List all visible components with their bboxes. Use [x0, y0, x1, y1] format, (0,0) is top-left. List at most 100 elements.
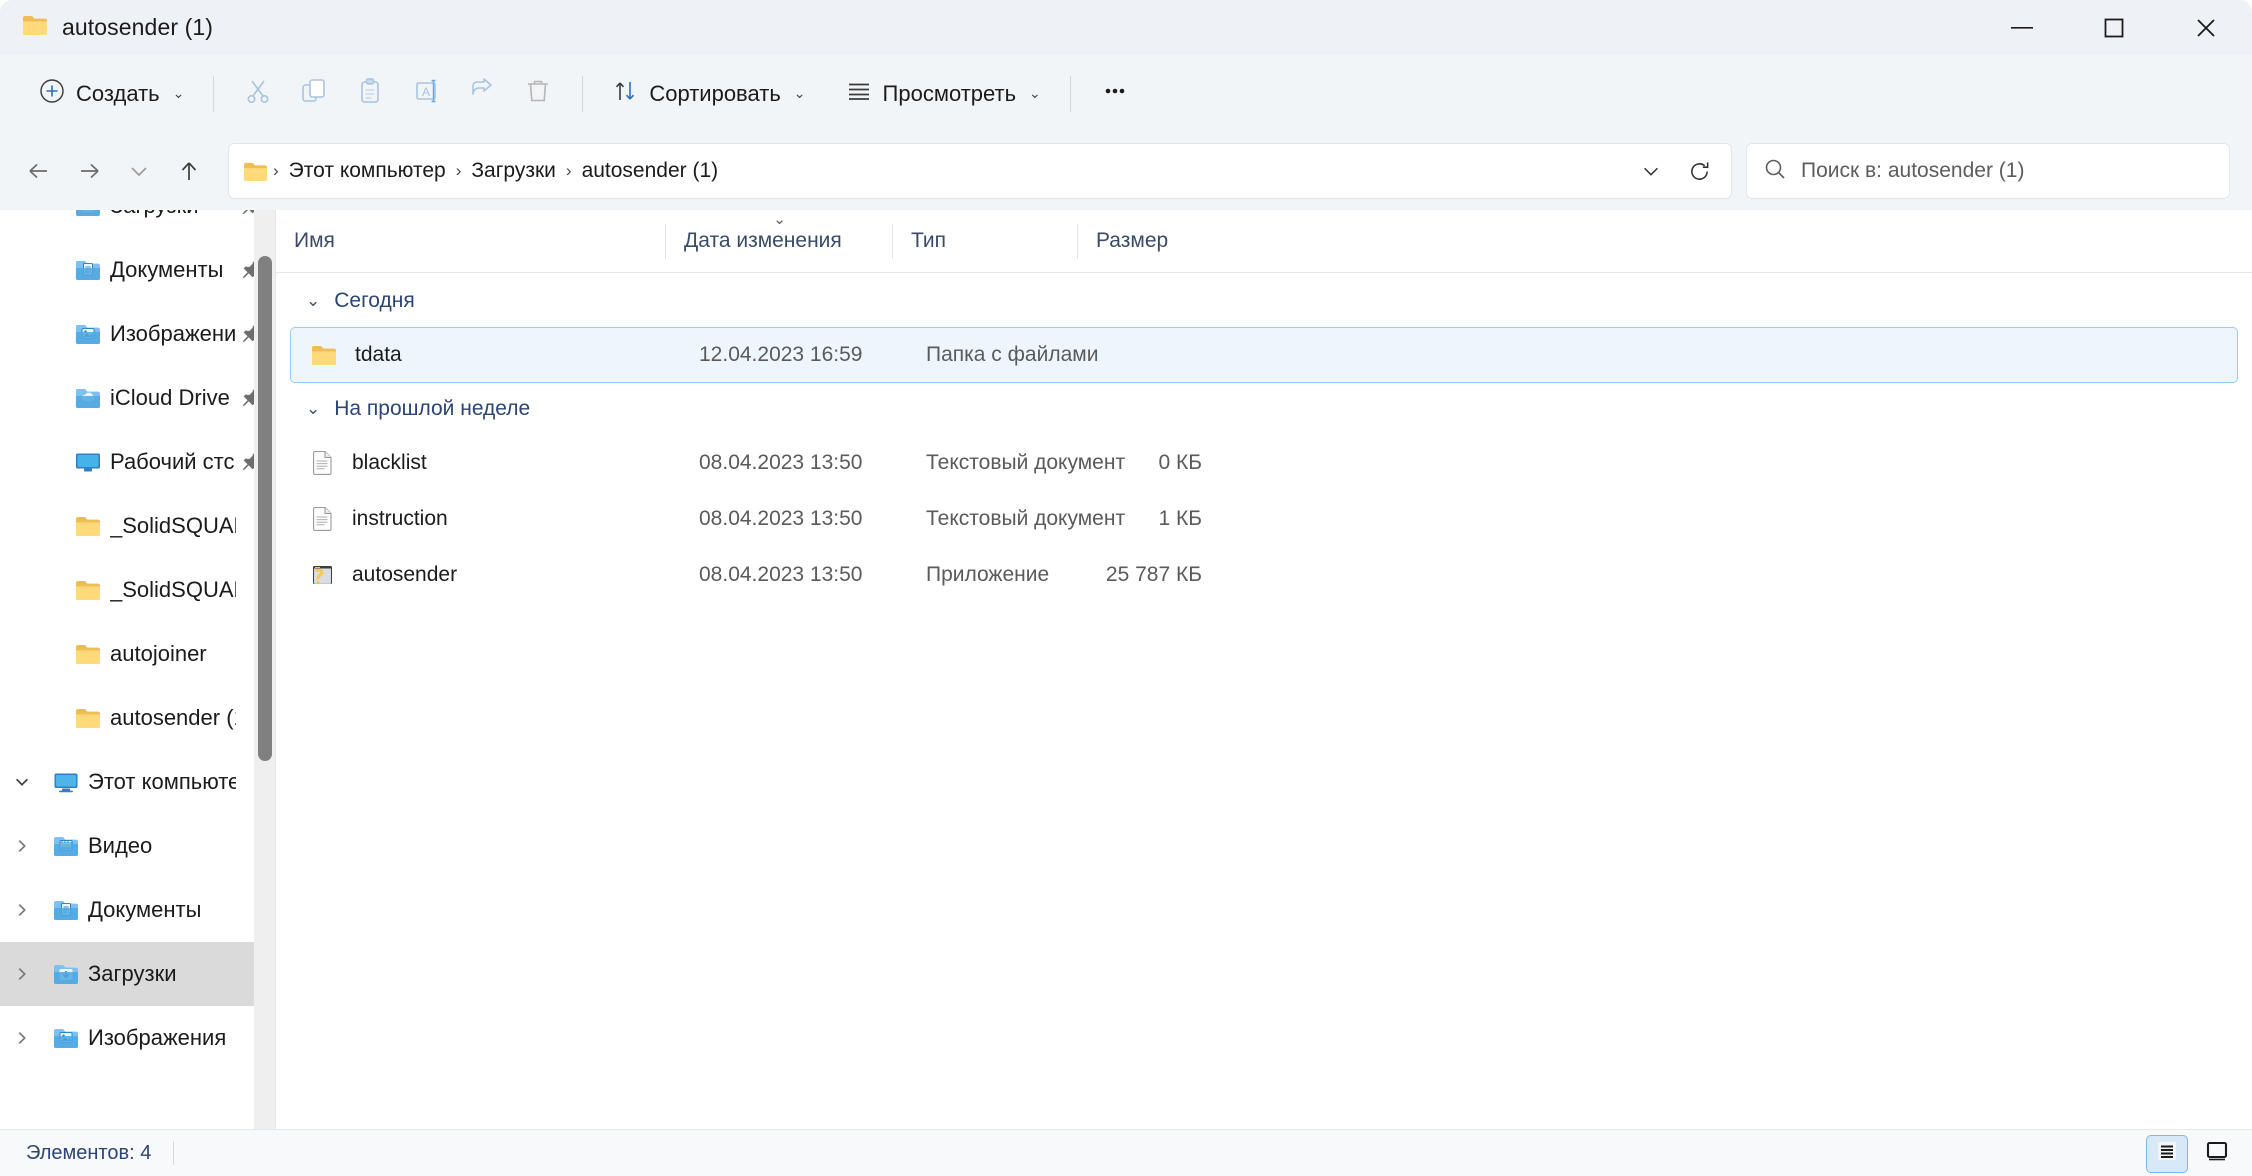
- folder-icon: [66, 515, 110, 537]
- address-dropdown-button[interactable]: [1627, 147, 1675, 195]
- chevron-down-icon[interactable]: ⌄: [306, 399, 320, 419]
- breadcrumb: › Этот компьютер › Загрузки › autosender…: [272, 154, 1627, 188]
- new-button[interactable]: Создать ⌄: [26, 68, 197, 120]
- breadcrumb-separator: ›: [565, 161, 572, 180]
- column-header-size[interactable]: Размер: [1078, 210, 1203, 273]
- view-button-label: Просмотреть: [882, 80, 1017, 106]
- recent-locations-button[interactable]: [114, 146, 164, 196]
- sidebar-item-видео[interactable]: Видео: [0, 814, 276, 878]
- maximize-button[interactable]: [2068, 0, 2160, 55]
- trash-icon: [524, 77, 552, 110]
- column-header-type[interactable]: Тип: [893, 210, 1078, 273]
- breadcrumb-item-this-pc[interactable]: Этот компьютер: [280, 154, 455, 188]
- share-icon: [468, 77, 496, 110]
- view-button[interactable]: Просмотреть ⌄: [833, 68, 1054, 120]
- sidebar-item-solidsquad[interactable]: _SolidSQUAD_: [0, 494, 276, 558]
- text-file-icon: [311, 450, 334, 476]
- sidebar-item-изображения[interactable]: Изображения: [0, 1006, 276, 1070]
- sidebar-item-изображени[interactable]: Изображени: [0, 302, 276, 366]
- sidebar-item-загрузки[interactable]: Загрузки: [0, 942, 276, 1006]
- sidebar-item-label: _SolidSQUAD_: [110, 577, 236, 602]
- paste-button[interactable]: [342, 68, 398, 120]
- sidebar-item-solidsquad[interactable]: _SolidSQUAD_: [0, 558, 276, 622]
- window-title: autosender (1): [62, 14, 213, 40]
- arrow-up-icon: [181, 162, 197, 180]
- this-pc-icon: [44, 771, 88, 793]
- preview-pane-button[interactable]: [2196, 1135, 2238, 1173]
- table-row[interactable]: instruction 08.04.2023 13:50 Текстовый док…: [290, 491, 2238, 547]
- back-button[interactable]: [14, 146, 64, 196]
- toolbar-divider: [213, 75, 215, 112]
- forward-button[interactable]: [64, 146, 114, 196]
- file-date-cell: 08.04.2023 13:50: [699, 563, 863, 586]
- group-header[interactable]: ⌄ На прошлой неделе: [276, 383, 2252, 435]
- chevron-right-icon[interactable]: [0, 901, 44, 919]
- table-row[interactable]: blacklist 08.04.2023 13:50 Текстовый докум…: [290, 435, 2238, 491]
- breadcrumb-item-autosender[interactable]: autosender (1): [573, 154, 728, 188]
- file-name-label: tdata: [355, 343, 402, 366]
- sidebar-item-рабочий-стс[interactable]: Рабочий стс: [0, 430, 276, 494]
- chevron-right-icon[interactable]: [0, 837, 44, 855]
- copy-icon: [300, 77, 328, 110]
- text-file-icon: [311, 506, 334, 532]
- close-button[interactable]: [2160, 0, 2252, 55]
- sort-button[interactable]: Сортировать ⌄: [599, 68, 818, 120]
- breadcrumb-separator: ›: [273, 161, 279, 180]
- chevron-down-icon[interactable]: [0, 773, 44, 791]
- breadcrumb-item-downloads[interactable]: Загрузки: [462, 154, 565, 188]
- details-view-button[interactable]: [2146, 1134, 2188, 1173]
- chevron-down-icon: ⌄: [1029, 85, 1041, 101]
- more-options-button[interactable]: [1087, 68, 1143, 120]
- list-lines-icon: [846, 78, 872, 110]
- file-type-cell: Текстовый документ: [926, 451, 1126, 474]
- cut-button[interactable]: [230, 68, 286, 120]
- file-size-cell: 0 КБ: [1158, 451, 1202, 474]
- search-input[interactable]: Поиск в: autosender (1): [1801, 159, 2024, 183]
- sidebar-item-этот-компьютер[interactable]: Этот компьютер: [0, 750, 276, 814]
- scissors-icon: [244, 77, 272, 110]
- up-button[interactable]: [164, 146, 214, 196]
- minimize-button[interactable]: [1976, 0, 2068, 55]
- sidebar-item-документы[interactable]: Документы: [0, 238, 276, 302]
- sidebar-scrollbar-thumb[interactable]: [258, 255, 272, 762]
- downloads-folder-icon: [66, 210, 110, 217]
- column-header-date[interactable]: ⌄ Дата изменения: [666, 210, 893, 273]
- title-group: autosender (1): [0, 14, 213, 41]
- sidebar-item-загрузки[interactable]: Загрузки: [0, 210, 276, 238]
- file-name-label: blacklist: [352, 451, 427, 474]
- rename-button[interactable]: A: [398, 68, 454, 120]
- sidebar-item-label: Видео: [88, 833, 153, 858]
- sidebar-item-autosender-1[interactable]: autosender (1): [0, 686, 276, 750]
- sidebar-item-label: Загрузки: [110, 210, 236, 219]
- column-header-name[interactable]: Имя: [276, 210, 666, 273]
- refresh-button[interactable]: [1675, 147, 1723, 195]
- group-header-label: На прошлой неделе: [334, 397, 531, 420]
- share-button[interactable]: [454, 68, 510, 120]
- group-header[interactable]: ⌄ Сегодня: [276, 275, 2252, 327]
- plus-circle-icon: [39, 78, 65, 110]
- rename-icon: A: [412, 77, 440, 110]
- sidebar-item-документы[interactable]: Документы: [0, 878, 276, 942]
- navigation-pane: Загрузки Документы Изображени: [0, 210, 276, 1129]
- copy-button[interactable]: [286, 68, 342, 120]
- file-name-cell: autosender: [291, 562, 681, 588]
- sidebar-item-label: autosender (1): [110, 705, 236, 730]
- details-view-icon: [2155, 1139, 2179, 1168]
- chevron-right-icon[interactable]: [0, 965, 44, 983]
- sidebar-item-icloud-drive[interactable]: iCloud Drive: [0, 366, 276, 430]
- arrow-right-icon: [81, 163, 99, 179]
- search-box[interactable]: Поиск в: autosender (1): [1746, 143, 2230, 199]
- column-headers: Имя ⌄ Дата изменения Тип Размер: [276, 210, 2252, 273]
- sidebar-item-label: autojoiner: [110, 641, 207, 666]
- chevron-right-icon[interactable]: [0, 1029, 44, 1047]
- chevron-down-icon: [1644, 167, 1658, 176]
- delete-button[interactable]: [510, 68, 566, 120]
- sidebar-item-autojoiner[interactable]: autojoiner: [0, 622, 276, 686]
- address-bar[interactable]: › Этот компьютер › Загрузки › autosender…: [228, 143, 1732, 199]
- chevron-down-icon[interactable]: ⌄: [306, 291, 320, 311]
- group-header-label: Сегодня: [334, 289, 415, 312]
- table-row[interactable]: autosender 08.04.2023 13:50 Приложение 25 7…: [290, 547, 2238, 603]
- sidebar-scrollbar-track[interactable]: [254, 210, 276, 1129]
- table-row[interactable]: tdata 12.04.2023 16:59 Папка с файлами: [290, 327, 2238, 383]
- chevron-down-icon: ⌄: [793, 85, 806, 101]
